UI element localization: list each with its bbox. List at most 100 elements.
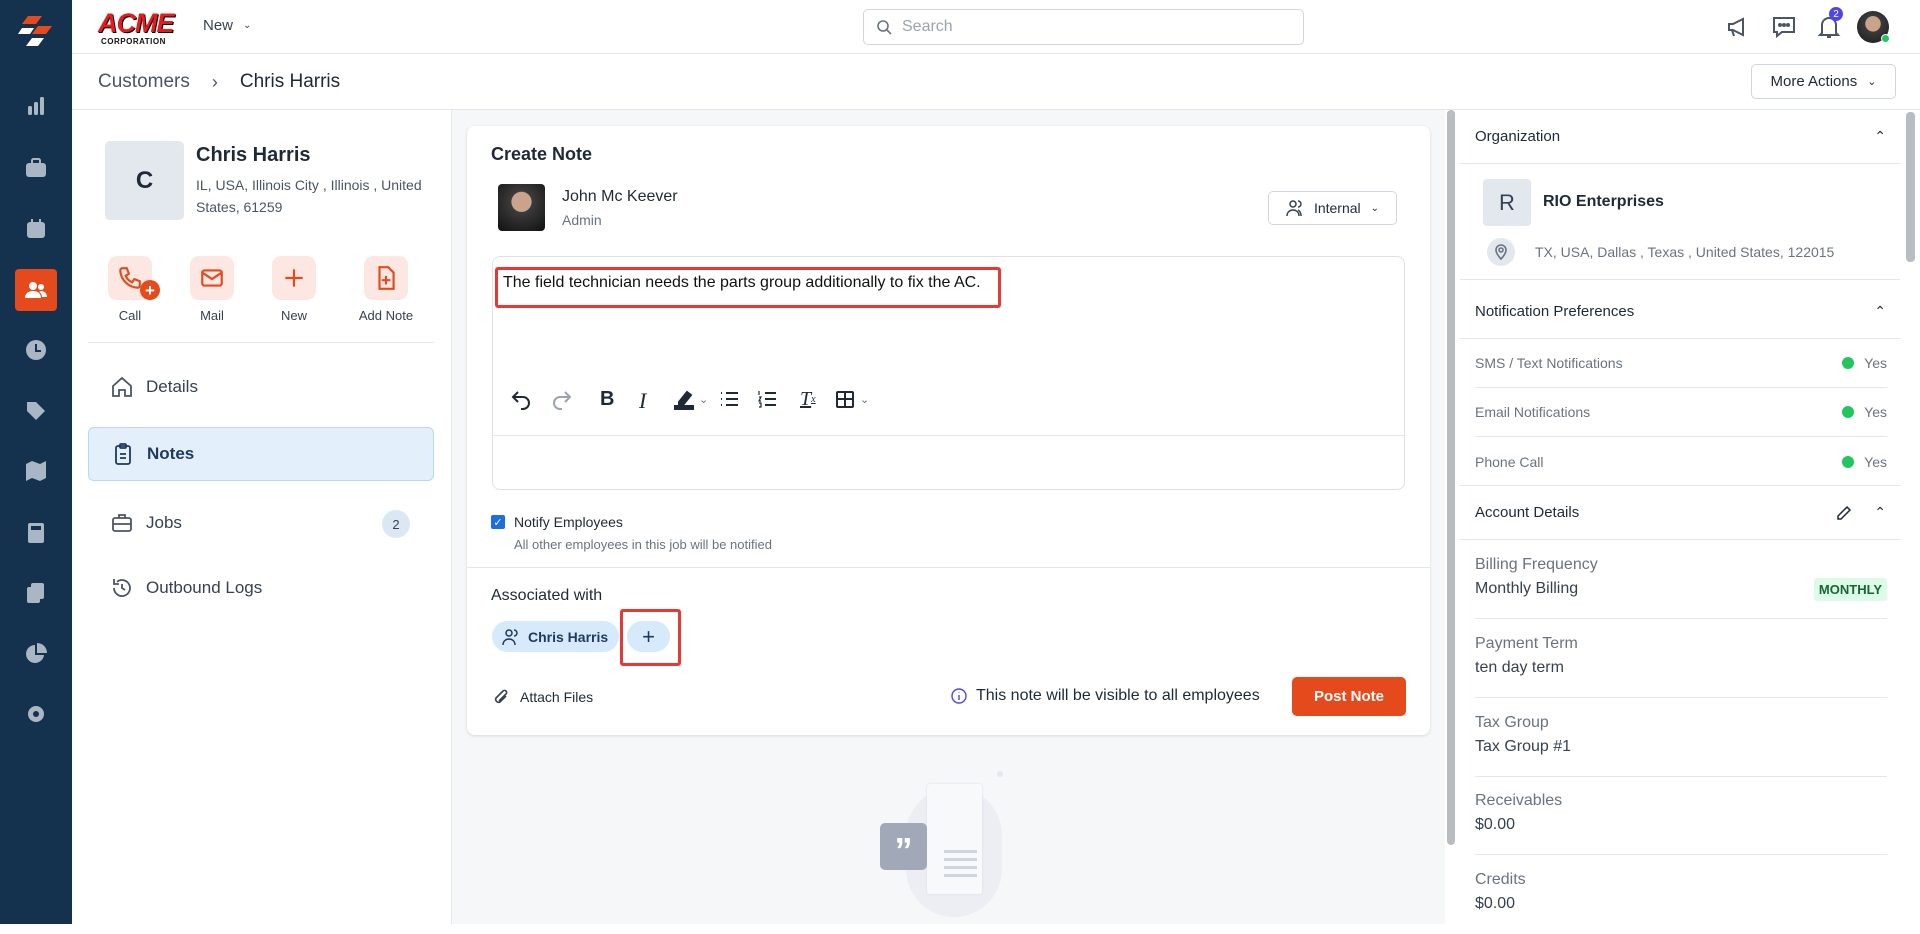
- calculator-icon[interactable]: [18, 515, 54, 551]
- notification-preferences-header[interactable]: Notification Preferences ⌃: [1460, 284, 1900, 339]
- visibility-dropdown[interactable]: Internal ⌄: [1268, 191, 1397, 225]
- associated-chip[interactable]: Chris Harris: [492, 621, 619, 652]
- field-label: Tax Group: [1475, 714, 1549, 731]
- jobs-icon[interactable]: [18, 150, 54, 186]
- nav-notes[interactable]: Notes: [88, 427, 434, 481]
- notify-checkbox[interactable]: ✓: [491, 515, 505, 529]
- add-association-button[interactable]: +: [627, 621, 670, 652]
- chevron-up-icon[interactable]: ⌃: [1874, 504, 1886, 521]
- acme-logo[interactable]: ACME CORPORATION: [98, 9, 180, 47]
- breadcrumb: Customers › Chris Harris: [98, 71, 340, 93]
- notification-count-badge: 2: [1829, 7, 1843, 21]
- field-value: $0.00: [1475, 816, 1516, 833]
- briefcase-icon: [112, 514, 132, 532]
- announcements-icon[interactable]: [1726, 15, 1750, 44]
- account-field: Credits $0.00: [1475, 855, 1887, 934]
- map-icon[interactable]: [18, 453, 54, 489]
- center-scrollbar[interactable]: [1447, 110, 1455, 845]
- bold-icon[interactable]: B: [600, 388, 614, 411]
- account-field: Payment Term ten day term: [1475, 619, 1887, 698]
- breadcrumb-current: Chris Harris: [239, 71, 341, 92]
- add-note-label: Add Note: [358, 308, 414, 323]
- notifications-bell-icon[interactable]: 2: [1817, 7, 1843, 45]
- chat-icon[interactable]: [1771, 14, 1797, 45]
- account-field: Billing Frequency Monthly Billing MONTHLY: [1475, 540, 1887, 619]
- clock-icon[interactable]: [18, 332, 54, 368]
- account-details-header[interactable]: Account Details ⌃: [1460, 486, 1900, 540]
- app-logo-icon[interactable]: [16, 16, 56, 48]
- post-note-button[interactable]: Post Note: [1292, 677, 1406, 716]
- edit-pencil-icon[interactable]: [1836, 505, 1852, 521]
- mail-button[interactable]: [190, 256, 234, 300]
- nav-jobs[interactable]: Jobs 2: [88, 496, 434, 550]
- pref-label: SMS / Text Notifications: [1475, 355, 1623, 371]
- field-value: Monthly Billing: [1475, 580, 1579, 597]
- pie-chart-icon[interactable]: [18, 636, 54, 672]
- note-editor[interactable]: The field technician needs the parts gro…: [492, 256, 1405, 490]
- highlight-color-icon[interactable]: ⌄: [673, 388, 708, 410]
- chevron-up-icon[interactable]: ⌃: [1874, 303, 1886, 320]
- breadcrumb-bar: Customers › Chris Harris More Actions ⌄: [72, 54, 1920, 110]
- reports-icon[interactable]: [18, 88, 54, 124]
- numbered-list-icon[interactable]: [756, 388, 778, 410]
- notes-area: Create Note John Mc Keever Admin Interna…: [452, 110, 1445, 924]
- breadcrumb-customers[interactable]: Customers: [98, 71, 190, 93]
- online-status-dot: [1881, 34, 1890, 43]
- note-body-text[interactable]: The field technician needs the parts gro…: [503, 274, 981, 292]
- bullet-list-icon[interactable]: [718, 388, 740, 410]
- undo-icon[interactable]: [510, 388, 532, 410]
- search-input[interactable]: Search: [863, 9, 1304, 45]
- notification-pref-row: Email Notifications Yes: [1475, 388, 1887, 437]
- field-value: ten day term: [1475, 659, 1564, 676]
- users-icon: [1286, 200, 1302, 217]
- customer-name: Chris Harris: [196, 144, 311, 166]
- nav-outbound-logs[interactable]: Outbound Logs: [88, 561, 434, 615]
- details-panel: Organization ⌃ R RIO Enterprises TX, USA,…: [1460, 110, 1900, 924]
- settings-icon[interactable]: [18, 696, 54, 732]
- field-value: Tax Group #1: [1475, 738, 1572, 755]
- field-label: Credits: [1475, 871, 1526, 888]
- pref-value: Yes: [1864, 453, 1887, 470]
- table-icon[interactable]: ⌄: [834, 388, 869, 410]
- italic-icon[interactable]: I: [639, 388, 646, 414]
- pref-value: Yes: [1864, 404, 1887, 420]
- user-avatar[interactable]: [1857, 11, 1890, 43]
- status-dot: [1842, 406, 1855, 418]
- section-title: Notification Preferences: [1475, 302, 1635, 320]
- redo-icon[interactable]: [551, 388, 573, 410]
- customer-avatar: C: [105, 141, 184, 220]
- divider: [467, 567, 1430, 568]
- organization-header[interactable]: Organization ⌃: [1460, 110, 1900, 164]
- nav-details[interactable]: Details: [88, 360, 434, 414]
- notify-label: Notify Employees: [514, 514, 623, 530]
- new-button[interactable]: [272, 256, 316, 300]
- create-note-card: Create Note John Mc Keever Admin Interna…: [467, 126, 1430, 735]
- new-label: New: [280, 308, 307, 323]
- attach-files-button[interactable]: Attach Files: [492, 688, 593, 706]
- chevron-up-icon[interactable]: ⌃: [1874, 128, 1886, 145]
- section-title: Account Details: [1475, 504, 1580, 521]
- paperclip-icon: [494, 689, 508, 704]
- section-title: Organization: [1475, 128, 1561, 145]
- location-pin-icon: [1487, 238, 1515, 266]
- clear-format-icon[interactable]: Tx: [800, 388, 816, 411]
- add-note-button[interactable]: [364, 256, 408, 300]
- new-dropdown[interactable]: New ⌄: [203, 17, 251, 34]
- divider: [88, 342, 434, 343]
- organization-name[interactable]: RIO Enterprises: [1543, 193, 1664, 211]
- status-dot: [1842, 357, 1855, 369]
- call-button[interactable]: +: [108, 256, 160, 300]
- documents-icon[interactable]: [18, 575, 54, 611]
- customers-icon[interactable]: [15, 269, 57, 311]
- new-label: New: [203, 17, 234, 34]
- chevron-right-icon: ›: [211, 71, 218, 92]
- calendar-icon[interactable]: [18, 211, 54, 247]
- notify-subtext: All other employees in this job will be …: [514, 537, 772, 552]
- more-actions-button[interactable]: More Actions ⌄: [1751, 64, 1896, 99]
- chip-label: Chris Harris: [528, 628, 609, 645]
- visibility-info: This note will be visible to all employe…: [951, 687, 1260, 705]
- tag-icon[interactable]: [18, 393, 54, 429]
- pref-label: Email Notifications: [1475, 404, 1591, 420]
- field-label: Receivables: [1475, 792, 1563, 809]
- right-scrollbar[interactable]: [1906, 112, 1915, 262]
